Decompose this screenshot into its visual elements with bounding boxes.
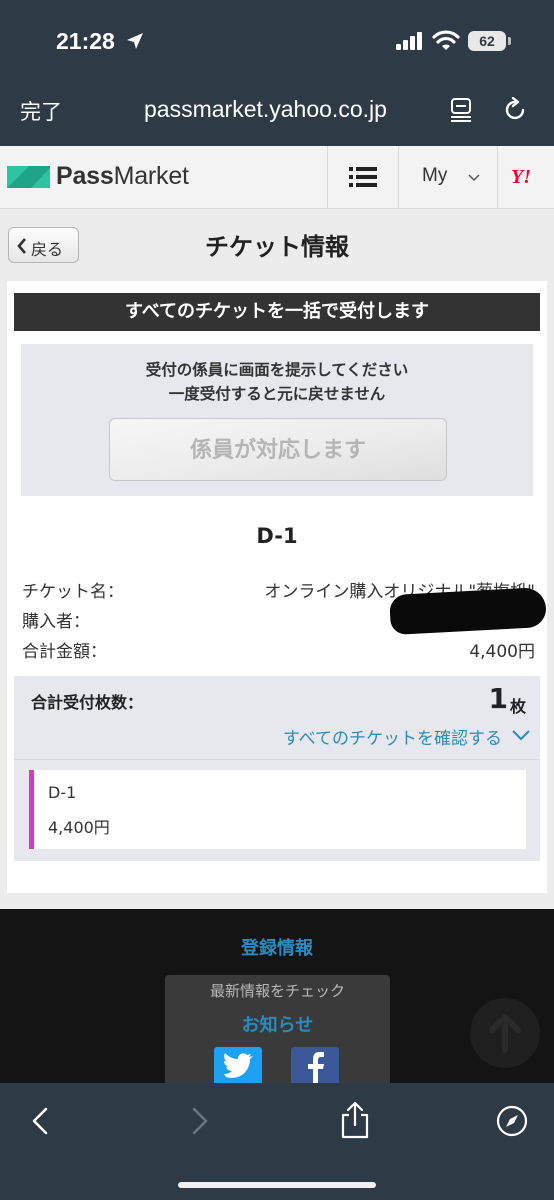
instruction-box: 受付の係員に画面を提示してください 一度受付すると元に戻せません 係員が対応しま… <box>21 344 533 496</box>
ticket-list-item: D-1 4,400円 <box>29 770 526 849</box>
passmarket-logo-text[interactable]: PassMarket <box>56 162 189 191</box>
total-price-value: 4,400円 <box>469 642 535 662</box>
registration-info-link[interactable]: 登録情報 <box>0 934 554 960</box>
passmarket-logo-icon[interactable] <box>7 166 50 188</box>
reader-mode-icon[interactable] <box>450 97 472 123</box>
ticket-name-label: チケット名： <box>22 582 124 602</box>
summary-divider <box>14 759 540 760</box>
news-title[interactable]: お知らせ <box>165 1011 390 1037</box>
ticket-summary-box: 合計受付枚数： 1 枚 すべてのチケットを確認する D-1 4,400円 <box>14 676 540 861</box>
logo-text-light: Market <box>113 162 189 190</box>
header-divider <box>398 146 399 209</box>
view-all-tickets-link[interactable]: すべてのチケットを確認する <box>283 724 502 749</box>
location-arrow-icon <box>127 33 143 49</box>
done-button[interactable]: 完了 <box>20 96 62 126</box>
compass-icon[interactable] <box>496 1105 528 1137</box>
ticket-item-price: 4,400円 <box>48 818 110 837</box>
browser-chrome: 21:28 62 完了 passmarket.yahoo.co.jp <box>0 0 554 146</box>
logo-text-bold: Pass <box>56 162 114 190</box>
site-header: PassMarket My Y! <box>0 146 554 209</box>
news-subtitle: 最新情報をチェック <box>209 982 345 1000</box>
ticket-card: すべてのチケットを一括で受付します 受付の係員に画面を提示してください 一度受付… <box>7 281 547 893</box>
ticket-page: 戻る チケット情報 すべてのチケットを一括で受付します 受付の係員に画面を提示し… <box>0 209 554 909</box>
purchaser-name-redacted <box>389 586 547 636</box>
total-price-label: 合計金額： <box>22 642 107 662</box>
status-time: 21:28 <box>56 28 115 54</box>
url-bar[interactable]: passmarket.yahoo.co.jp <box>144 96 387 123</box>
browser-toolbar <box>0 1083 554 1200</box>
facebook-icon[interactable] <box>291 1047 339 1083</box>
forward-arrow-icon[interactable] <box>190 1107 210 1135</box>
header-divider <box>497 146 498 209</box>
menu-list-icon[interactable] <box>349 166 377 188</box>
back-arrow-icon[interactable] <box>30 1107 50 1135</box>
reload-icon[interactable] <box>504 97 528 123</box>
share-icon[interactable] <box>340 1101 370 1139</box>
total-count-label: 合計受付枚数： <box>31 693 144 712</box>
ticket-item-code: D-1 <box>48 783 77 802</box>
battery-indicator: 62 <box>468 31 511 51</box>
scroll-to-top-button[interactable] <box>470 998 540 1068</box>
home-indicator <box>178 1182 376 1188</box>
header-divider <box>327 146 328 209</box>
cellular-signal-icon <box>396 32 422 50</box>
total-count-unit: 枚 <box>509 697 526 716</box>
chevron-down-icon[interactable] <box>512 729 530 741</box>
arrow-up-icon <box>489 1014 521 1053</box>
news-box: 最新情報をチェック お知らせ <box>165 975 390 1083</box>
site-footer: 登録情報 最新情報をチェック お知らせ <box>0 909 554 1083</box>
instruction-warning: 一度受付すると元に戻せません <box>168 385 386 403</box>
my-menu-button[interactable]: My <box>422 165 447 187</box>
instruction-text: 受付の係員に画面を提示してください <box>145 361 409 379</box>
bulk-receive-banner: すべてのチケットを一括で受付します <box>14 293 540 331</box>
twitter-icon[interactable] <box>214 1047 262 1083</box>
page-title: チケット情報 <box>205 233 349 261</box>
total-count-value: 1 <box>488 682 508 715</box>
staff-handle-button[interactable]: 係員が対応します <box>109 418 447 481</box>
wifi-icon <box>432 30 460 50</box>
yahoo-logo[interactable]: Y! <box>511 166 531 189</box>
ticket-code: D-1 <box>256 524 298 548</box>
purchaser-label: 購入者： <box>22 612 90 632</box>
chevron-down-icon <box>468 174 480 182</box>
